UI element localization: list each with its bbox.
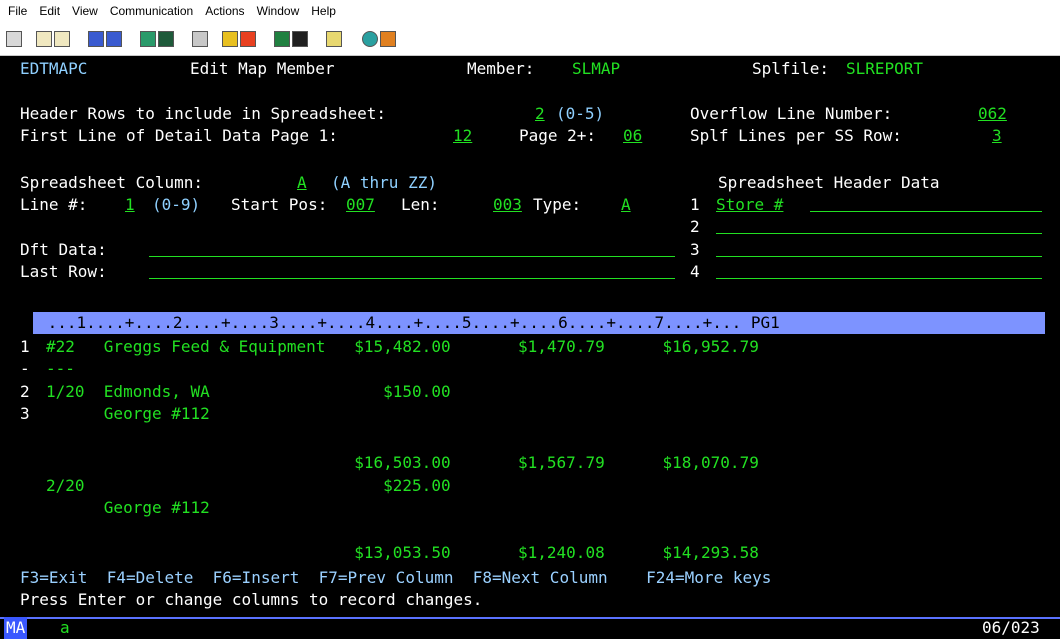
receive-icon[interactable]: [106, 31, 122, 47]
report-line-num: -: [20, 359, 30, 378]
menu-view[interactable]: View: [66, 4, 104, 18]
start-pos-input[interactable]: 007: [346, 194, 375, 216]
type-label: Type:: [533, 195, 582, 214]
header-num-1: 1: [690, 195, 700, 214]
report-line: $16,503.00 $1,567.79 $18,070.79: [46, 453, 759, 472]
input-indicator: a: [60, 618, 70, 637]
overflow-input[interactable]: 062: [978, 103, 1007, 125]
menu-actions[interactable]: Actions: [199, 4, 250, 18]
report-line: ---: [46, 359, 75, 378]
header-data-2-input[interactable]: [716, 216, 1042, 234]
clipboard-icon[interactable]: [326, 31, 342, 47]
record-icon[interactable]: [222, 31, 238, 47]
len-input[interactable]: 003: [493, 194, 522, 216]
page2-label: Page 2+:: [519, 126, 597, 145]
ss-column-range: (A thru ZZ): [331, 173, 437, 192]
header-rows-label: Header Rows to include in Spreadsheet:: [20, 104, 387, 123]
header-data-4-input[interactable]: [716, 261, 1042, 279]
type-input[interactable]: A: [621, 194, 631, 216]
program-name: EDTMAPC: [20, 59, 88, 78]
len-label: Len:: [401, 195, 440, 214]
line-input[interactable]: 1: [125, 194, 135, 216]
header-num-3: 3: [690, 240, 700, 259]
member-label: Member:: [467, 59, 535, 78]
function-keys: F3=Exit F4=Delete F6=Insert F7=Prev Colu…: [20, 568, 772, 587]
line-range: (0-9): [152, 195, 201, 214]
play-icon[interactable]: [274, 31, 290, 47]
dft-data-label: Dft Data:: [20, 240, 107, 259]
display-icon[interactable]: [140, 31, 156, 47]
report-line-num: 1: [20, 337, 30, 356]
send-icon[interactable]: [88, 31, 104, 47]
header-data-1-input[interactable]: Store #: [716, 194, 783, 216]
header-rows-range: (0-5): [556, 104, 605, 123]
status-bar: MA a 06/023: [0, 617, 1060, 639]
ss-header-title: Spreadsheet Header Data: [718, 173, 940, 192]
start-pos-label: Start Pos:: [231, 195, 328, 214]
mode-indicator: MA: [4, 617, 28, 639]
menu-file[interactable]: File: [2, 4, 33, 18]
last-row-input[interactable]: [149, 261, 675, 279]
report-line: George #112: [46, 404, 210, 423]
splf-value: SLREPORT: [846, 59, 924, 78]
header-data-1-underline: [810, 194, 1042, 212]
keyboard-icon[interactable]: [158, 31, 174, 47]
macro-icon[interactable]: [192, 31, 208, 47]
header-num-4: 4: [690, 262, 700, 281]
member-value: SLMAP: [572, 59, 621, 78]
menu-bar: File Edit View Communication Actions Win…: [0, 0, 1060, 21]
page2-input[interactable]: 06: [623, 125, 642, 147]
toolbar: [0, 21, 1060, 56]
ss-column-label: Spreadsheet Column:: [20, 173, 204, 192]
menu-help[interactable]: Help: [305, 4, 342, 18]
splf-label: Splfile:: [752, 59, 830, 78]
column-ruler: ...1....+....2....+....3....+....4....+.…: [38, 313, 780, 332]
report-line: #22 Greggs Feed & Equipment $15,482.00 $…: [46, 337, 759, 356]
status-message: Press Enter or change columns to record …: [20, 590, 483, 609]
paste-icon[interactable]: [54, 31, 70, 47]
stop-icon[interactable]: [240, 31, 256, 47]
macro2-icon[interactable]: [292, 31, 308, 47]
line-label: Line #:: [20, 195, 88, 214]
splf-lines-input[interactable]: 3: [992, 125, 1002, 147]
report-line: 2/20 $225.00: [46, 476, 451, 495]
overflow-label: Overflow Line Number:: [690, 104, 893, 123]
last-row-label: Last Row:: [20, 262, 107, 281]
menu-communication[interactable]: Communication: [104, 4, 199, 18]
screen-title: Edit Map Member: [190, 59, 335, 78]
first-line-label: First Line of Detail Data Page 1:: [20, 126, 338, 145]
header-rows-input[interactable]: 2: [535, 103, 545, 125]
header-data-3-input[interactable]: [716, 239, 1042, 257]
edit-icon[interactable]: [380, 31, 396, 47]
dft-data-input[interactable]: [149, 239, 675, 257]
first-line-input[interactable]: 12: [453, 125, 472, 147]
menu-window[interactable]: Window: [251, 4, 306, 18]
splf-lines-label: Splf Lines per SS Row:: [690, 126, 902, 145]
terminal-screen: EDTMAPC Edit Map Member Member: SLMAP Sp…: [0, 56, 1060, 617]
report-line-num: 2: [20, 382, 30, 401]
report-line-num: 3: [20, 404, 30, 423]
print-screen-icon[interactable]: [6, 31, 22, 47]
header-num-2: 2: [690, 217, 700, 236]
report-line: $13,053.50 $1,240.08 $14,293.58: [46, 543, 759, 562]
ss-column-input[interactable]: A: [297, 172, 307, 194]
cursor-position: 06/023: [982, 618, 1040, 637]
report-line: George #112: [46, 498, 210, 517]
menu-edit[interactable]: Edit: [33, 4, 66, 18]
report-line: 1/20 Edmonds, WA $150.00: [46, 382, 451, 401]
globe-icon[interactable]: [362, 31, 378, 47]
copy-icon[interactable]: [36, 31, 52, 47]
